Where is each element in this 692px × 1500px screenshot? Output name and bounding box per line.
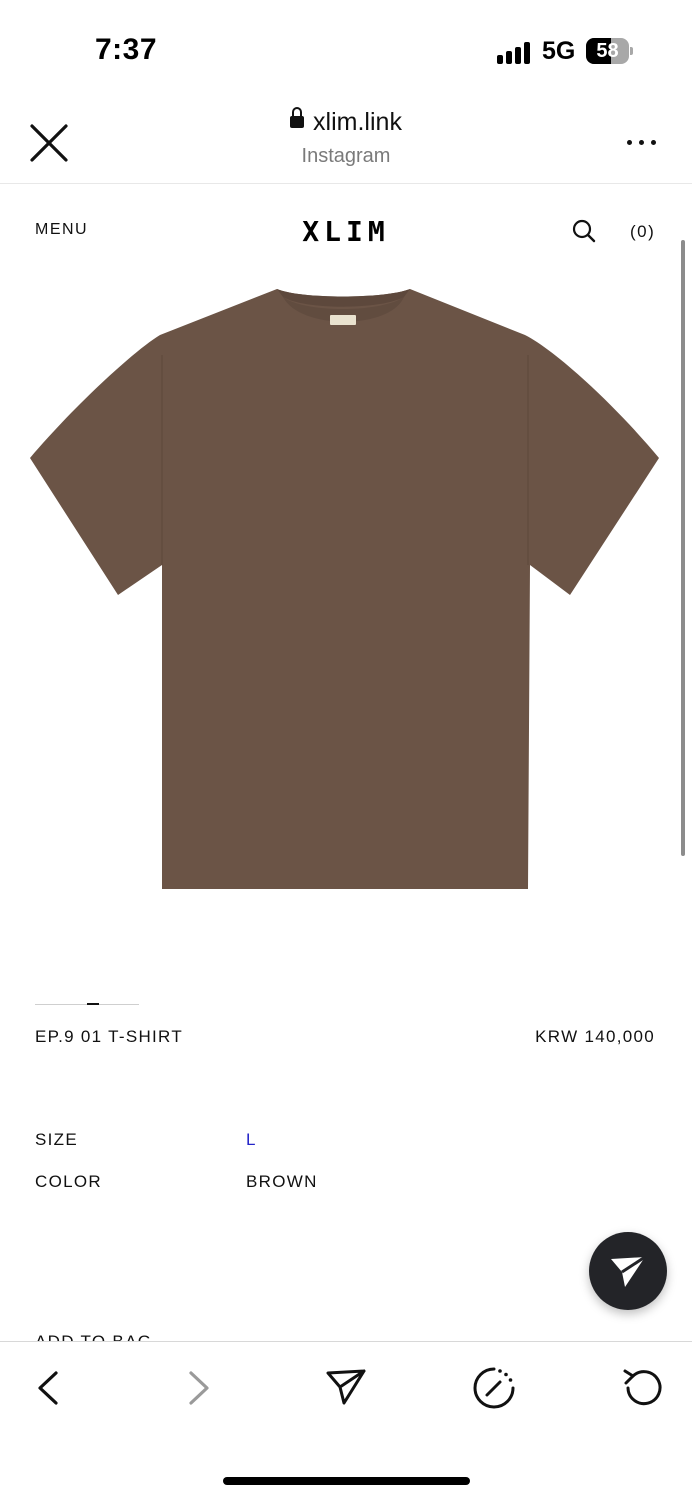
signal-icon [497,42,531,64]
image-pagination[interactable] [35,1003,139,1007]
url-display[interactable]: xlim.link [0,107,692,137]
more-icon[interactable] [627,138,657,148]
network-type: 5G [542,37,576,65]
tshirt-shape [30,289,659,889]
share-icon[interactable] [323,1365,369,1411]
browser-header: xlim.link Instagram [0,100,692,184]
page-scrollbar[interactable] [681,240,685,856]
send-icon [611,1255,646,1287]
size-label: SIZE [35,1130,78,1149]
back-icon[interactable] [26,1365,72,1411]
domain-text: xlim.link [313,108,402,136]
color-value: BROWN [246,1172,318,1191]
home-indicator [223,1477,470,1485]
lock-icon [290,107,305,131]
status-bar: 7:37 5G 58 [0,0,692,100]
add-to-bag-button[interactable]: ADD TO BAG [35,1332,152,1341]
status-time: 7:37 [95,33,158,66]
speed-icon[interactable] [471,1365,517,1411]
site-nav: MENU XLIM (0) [0,185,692,275]
reload-icon[interactable] [620,1365,666,1411]
forward-icon[interactable] [176,1365,222,1411]
color-label: COLOR [35,1172,102,1191]
product-name: EP.9 01 T-SHIRT [35,1027,184,1046]
battery-percent: 58 [596,40,619,62]
battery-icon: 58 [586,38,633,64]
cart-link[interactable]: (0) [630,222,655,242]
share-fab-button[interactable] [589,1232,667,1310]
product-image[interactable] [0,275,692,915]
source-label: Instagram [301,145,391,167]
size-selector[interactable]: L [246,1130,257,1150]
product-price: KRW 140,000 [535,1027,655,1046]
search-icon[interactable] [572,219,596,243]
